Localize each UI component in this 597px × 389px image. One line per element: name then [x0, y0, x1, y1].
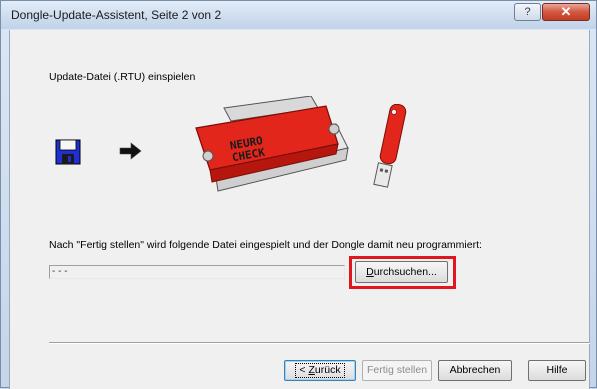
- separator-line: [49, 342, 590, 344]
- help-button[interactable]: Hilfe: [528, 360, 586, 381]
- title-bar[interactable]: Dongle-Update-Assistent, Seite 2 von 2 ?…: [1, 1, 596, 29]
- cancel-button[interactable]: Abbrechen: [438, 360, 512, 381]
- right-arrow-icon: [119, 142, 142, 160]
- back-button[interactable]: < Zurück: [284, 360, 356, 381]
- dialog-body: [9, 30, 590, 389]
- finish-button[interactable]: Fertig stellen: [362, 360, 432, 381]
- browse-label: urchsuchen...: [373, 266, 437, 278]
- window-title: Dongle-Update-Assistent, Seite 2 von 2: [11, 8, 222, 22]
- floppy-disk-icon: [55, 139, 81, 165]
- update-file-field: - - -: [49, 265, 345, 279]
- dongle-image: NEURO CHECK: [195, 96, 349, 192]
- back-label: urück: [314, 364, 341, 376]
- page-heading: Update-Datei (.RTU) einspielen: [49, 71, 196, 83]
- browse-button[interactable]: Durchsuchen...: [355, 261, 448, 283]
- help-titlebar-button[interactable]: ?: [514, 3, 541, 21]
- info-text: Nach "Fertig stellen" wird folgende Date…: [49, 239, 482, 251]
- usb-stick-image: [373, 104, 407, 188]
- browse-accel: D: [366, 266, 374, 278]
- close-button[interactable]: ✕: [542, 3, 590, 21]
- dongle-update-dialog: Dongle-Update-Assistent, Seite 2 von 2 ?…: [0, 0, 597, 389]
